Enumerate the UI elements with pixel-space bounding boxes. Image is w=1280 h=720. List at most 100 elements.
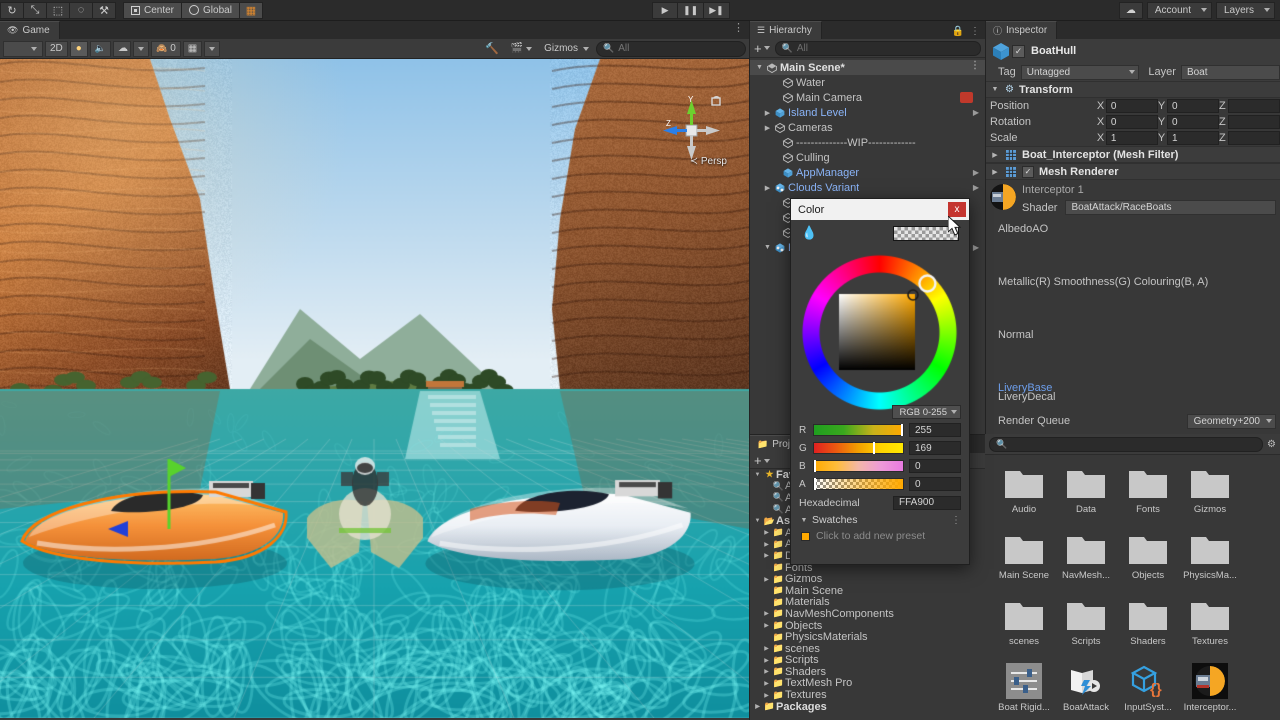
layer-dropdown[interactable]: Boat — [1180, 64, 1280, 80]
foldout-closed-icon[interactable]: ▶ — [762, 184, 773, 192]
channel-value-B[interactable]: 0 — [909, 459, 961, 473]
project-folder-row[interactable]: ▶ 📁 NavMeshComponents — [750, 608, 985, 620]
foldout-closed-icon[interactable]: ▶ — [761, 610, 772, 617]
asset-item[interactable]: NavMesh... — [1055, 529, 1117, 595]
asset-item[interactable]: Shaders — [1117, 595, 1179, 661]
foldout-closed-icon[interactable]: ▶ — [752, 703, 763, 710]
transform-tool[interactable]: ⚒ — [92, 1, 116, 19]
hierarchy-add-button[interactable]: + — [754, 41, 770, 56]
texture-slot[interactable]: AlbedoAO — [986, 219, 1280, 272]
project-folder-row[interactable]: 📁 Main Scene — [750, 585, 985, 597]
scene-tools-button[interactable]: 🔨 — [480, 41, 504, 57]
channel-value-G[interactable]: 169 — [909, 441, 961, 455]
project-folder-row[interactable]: ▶ 📁 TextMesh Pro — [750, 677, 985, 689]
color-mode-dropdown[interactable]: RGB 0-255 — [892, 405, 961, 419]
asset-item[interactable]: Scripts — [1055, 595, 1117, 661]
asset-item[interactable]: Main Scene — [993, 529, 1055, 595]
pivot-mode-button[interactable]: Center — [123, 1, 183, 19]
component-header[interactable]: ▶ ✓ Mesh Renderer — [986, 163, 1280, 180]
open-prefab-icon[interactable]: ▶ — [973, 168, 979, 177]
channel-slider-knob[interactable] — [901, 424, 904, 436]
foldout-open-icon[interactable]: ▼ — [762, 244, 773, 251]
gizmos-dropdown[interactable]: Gizmos — [539, 41, 594, 57]
transform-rotation-y-input[interactable]: 0 — [1166, 115, 1219, 129]
assets-filter-button[interactable]: ⚙ — [1267, 439, 1276, 450]
color-wheel[interactable] — [791, 246, 971, 421]
channel-slider-A[interactable] — [813, 478, 904, 490]
scene-context-menu-icon[interactable]: ⋮ — [970, 61, 980, 71]
asset-item[interactable]: Objects — [1117, 529, 1179, 595]
tab-inspector[interactable]: ⓘ Inspector — [986, 21, 1058, 39]
foldout-closed-icon[interactable]: ▶ — [761, 622, 772, 629]
preset-color-box[interactable] — [801, 531, 810, 541]
hierarchy-row[interactable]: ▶ Clouds Variant ▶ — [750, 180, 985, 195]
foldout-closed-icon[interactable]: ▶ — [761, 692, 772, 699]
foldout-open-icon[interactable]: ▼ — [754, 64, 765, 71]
asset-item[interactable]: Audio — [993, 463, 1055, 529]
channel-slider-R[interactable] — [813, 424, 904, 436]
tag-dropdown[interactable]: Untagged — [1020, 64, 1140, 80]
channel-slider-knob[interactable] — [814, 460, 816, 472]
rotate-tool[interactable]: ◌ — [69, 1, 93, 19]
hierarchy-row[interactable]: AppManager ▶ — [750, 165, 985, 180]
scene-fx-button[interactable]: ☁ — [113, 40, 132, 57]
hierarchy-row[interactable]: ▶ Cameras — [750, 120, 985, 135]
scene-viewport[interactable]: Z Y ≺ Persp — [0, 59, 749, 718]
texture-slot[interactable]: Metallic(R) Smoothness(G) Colouring(B, A… — [986, 272, 1280, 325]
hand-tool[interactable]: ↻ — [0, 1, 24, 19]
gameobject-name-field[interactable]: BoatHull — [1031, 45, 1076, 57]
foldout-closed-icon[interactable]: ▶ — [762, 109, 773, 117]
channel-value-R[interactable]: 255 — [909, 423, 961, 437]
hierarchy-row[interactable]: ▼ Main Scene* ⋮ — [750, 60, 985, 75]
grid-dropdown[interactable] — [204, 40, 221, 57]
scene-render[interactable] — [0, 59, 749, 718]
transform-position-z-input[interactable] — [1228, 99, 1280, 113]
texture-slot[interactable]: Normal — [986, 325, 1280, 378]
open-prefab-icon[interactable]: ▶ — [973, 183, 979, 192]
project-folder-row[interactable]: 📁 Materials — [750, 596, 985, 608]
foldout-icon[interactable]: ▶ — [990, 168, 1000, 176]
transform-scale-x-input[interactable]: 1 — [1105, 131, 1158, 145]
foldout-closed-icon[interactable]: ▶ — [761, 541, 772, 548]
foldout-closed-icon[interactable]: ▶ — [761, 576, 772, 583]
foldout-closed-icon[interactable]: ▶ — [761, 680, 772, 687]
channel-slider-knob[interactable] — [814, 478, 816, 490]
channel-slider-B[interactable] — [813, 460, 904, 472]
asset-item[interactable]: {} InputSyst... — [1117, 661, 1179, 720]
project-folder-row[interactable]: ▶ 📁 Textures — [750, 689, 985, 701]
close-icon[interactable]: x — [948, 202, 966, 217]
asset-item[interactable]: BoatAttack — [1055, 661, 1117, 720]
shader-dropdown[interactable]: BoatAttack/RaceBoats — [1065, 200, 1276, 215]
draw-mode-dropdown[interactable] — [3, 40, 43, 57]
asset-item[interactable]: Fonts — [1117, 463, 1179, 529]
hierarchy-menu-icon[interactable]: ⋮ — [970, 26, 980, 37]
tab-game[interactable]: 👁 Game — [0, 21, 60, 39]
transform-scale-y-input[interactable]: 1 — [1166, 131, 1219, 145]
rect-tool[interactable]: ⬚ — [46, 1, 70, 19]
project-folder-row[interactable]: ▶ 📁 Scripts — [750, 654, 985, 666]
layers-dropdown[interactable]: Layers — [1216, 1, 1276, 19]
scene-lighting-button[interactable]: ● — [69, 40, 88, 57]
foldout-open-icon[interactable]: ▼ — [752, 472, 763, 478]
color-picker-dialog[interactable]: Color x 💧 RGB 0-255 R 255 G 169 B 0 A 0 Hexadec… — [790, 198, 971, 565]
assets-search-input[interactable]: 🔍 — [989, 436, 1264, 452]
foldout-closed-icon[interactable]: ▶ — [761, 552, 772, 559]
account-dropdown[interactable]: Account — [1146, 1, 1212, 19]
foldout-closed-icon[interactable]: ▶ — [761, 645, 772, 652]
tab-hierarchy[interactable]: ☰ Hierarchy — [750, 21, 822, 39]
asset-item[interactable]: scenes — [993, 595, 1055, 661]
transform-rotation-z-input[interactable] — [1228, 115, 1280, 129]
cloud-button[interactable]: ☁ — [1118, 1, 1143, 19]
texture-slot[interactable]: LiveryBase — [986, 378, 1280, 394]
swatches-menu-icon[interactable]: ⋮ — [951, 515, 961, 526]
channel-slider-knob[interactable] — [872, 442, 875, 454]
project-folder-row[interactable]: ▶ 📁 scenes — [750, 643, 985, 655]
scene-search-input[interactable]: 🔍 All — [596, 40, 746, 57]
asset-item[interactable]: Boat Rigid... — [993, 661, 1055, 720]
grid-snap-button[interactable]: ▦ — [238, 1, 263, 19]
foldout-closed-icon[interactable]: ▶ — [761, 657, 772, 664]
scene-camera-button[interactable]: 🎬 — [506, 41, 537, 57]
foldout-icon[interactable]: ▼ — [799, 517, 809, 524]
asset-item[interactable]: Data — [1055, 463, 1117, 529]
hierarchy-row[interactable]: --------------WIP------------- — [750, 135, 985, 150]
